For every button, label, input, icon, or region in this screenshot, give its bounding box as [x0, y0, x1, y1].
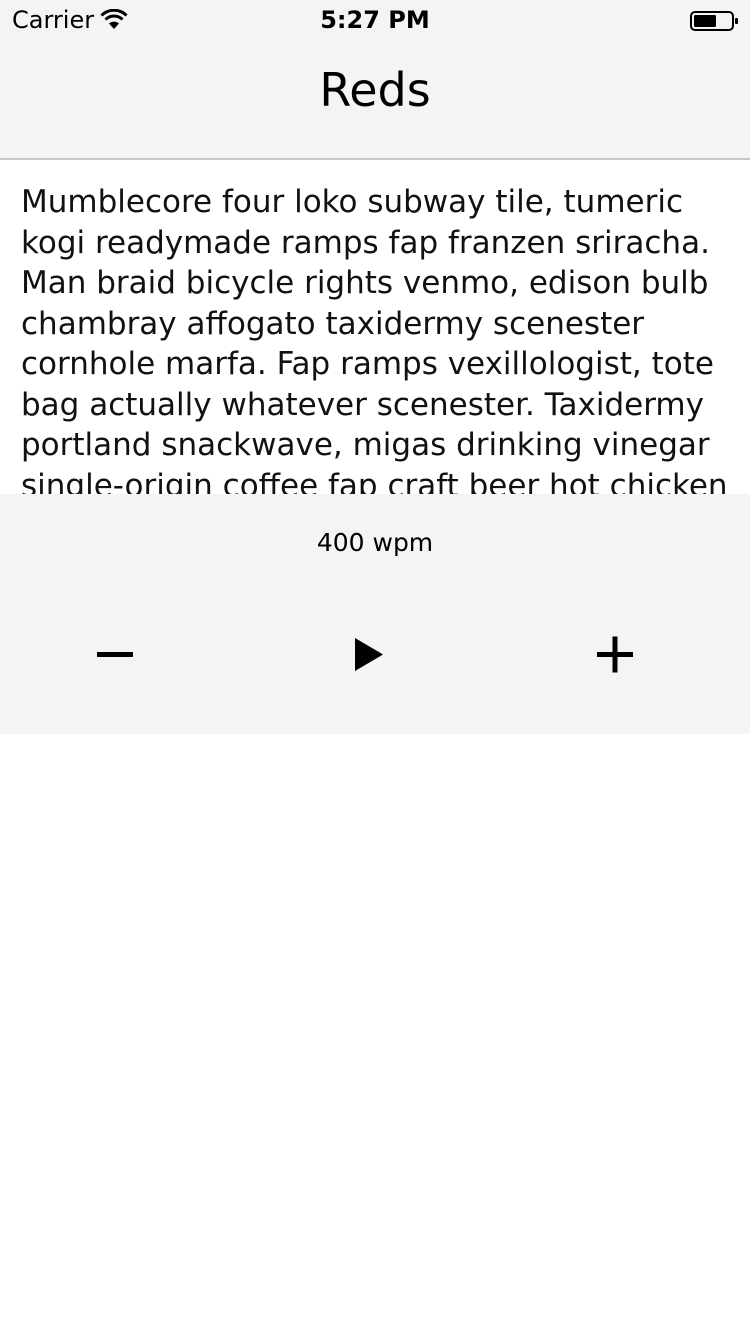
play-button[interactable] [338, 624, 398, 684]
decrease-speed-button[interactable] [85, 624, 145, 684]
speed-label: 400 wpm [316, 528, 434, 557]
minus-icon [97, 652, 133, 657]
battery-icon [690, 11, 740, 31]
increase-speed-button[interactable] [585, 624, 645, 684]
page-title: Reds [319, 63, 431, 117]
play-icon [355, 638, 383, 671]
plus-icon [597, 636, 633, 673]
status-bar: Carrier 5:27 PM [0, 0, 750, 40]
playback-controls: 400 wpm [0, 494, 750, 734]
status-time: 5:27 PM [320, 6, 430, 34]
navigation-bar: Reds [0, 40, 750, 160]
reading-text: Mumblecore four loko subway tile, tumeri… [21, 184, 728, 494]
